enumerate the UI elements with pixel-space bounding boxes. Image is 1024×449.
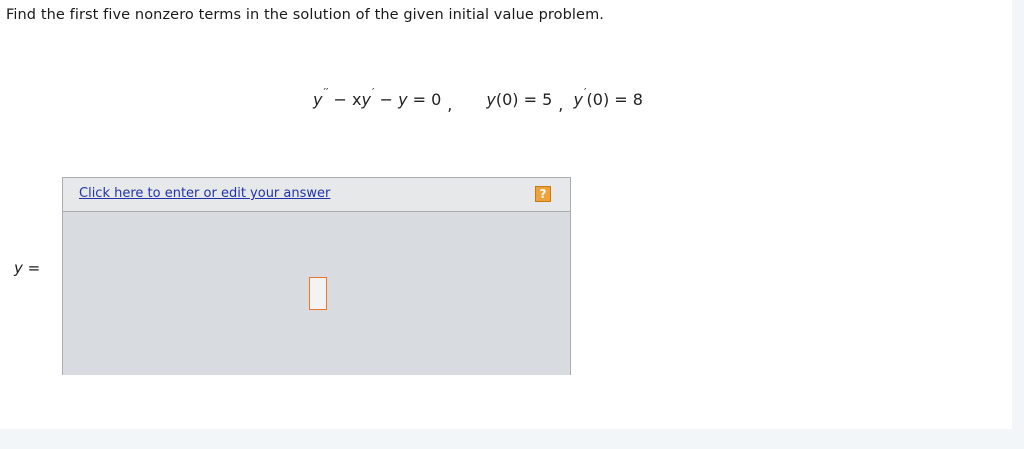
ic1-y: y — [486, 90, 496, 109]
answer-input-placeholder[interactable] — [309, 277, 327, 310]
eq-comma-2: , — [558, 95, 564, 114]
help-icon[interactable]: ? — [535, 186, 551, 202]
answer-label-var: y — [14, 259, 23, 277]
ic2-y: y — [573, 90, 584, 109]
answer-header: Click here to enter or edit your answer … — [63, 178, 570, 212]
eq-y2: y — [361, 90, 371, 109]
question-text: Find the first five nonzero terms in the… — [6, 7, 605, 23]
question-panel: Find the first five nonzero terms in the… — [0, 0, 1012, 429]
ic2-value: (0) = 8 — [586, 90, 643, 109]
eq-minus: − — [374, 90, 399, 109]
answer-label-eq: = — [22, 259, 41, 277]
answer-box[interactable]: Click here to enter or edit your answer … — [62, 177, 571, 375]
eq-comma-1: , — [447, 95, 453, 114]
eq-rhs: = 0 — [407, 90, 442, 109]
eq-y3: y — [398, 90, 408, 109]
ic1-value: (0) = 5 — [495, 90, 553, 109]
eq-minus-x: − x — [328, 90, 362, 109]
differential-equation: y′′ − xy′ − y = 0, y(0) = 5, y′(0) = 8 — [313, 86, 643, 114]
answer-label: y = — [14, 259, 40, 277]
eq-y: y — [313, 90, 323, 109]
edit-answer-link[interactable]: Click here to enter or edit your answer — [79, 186, 330, 201]
